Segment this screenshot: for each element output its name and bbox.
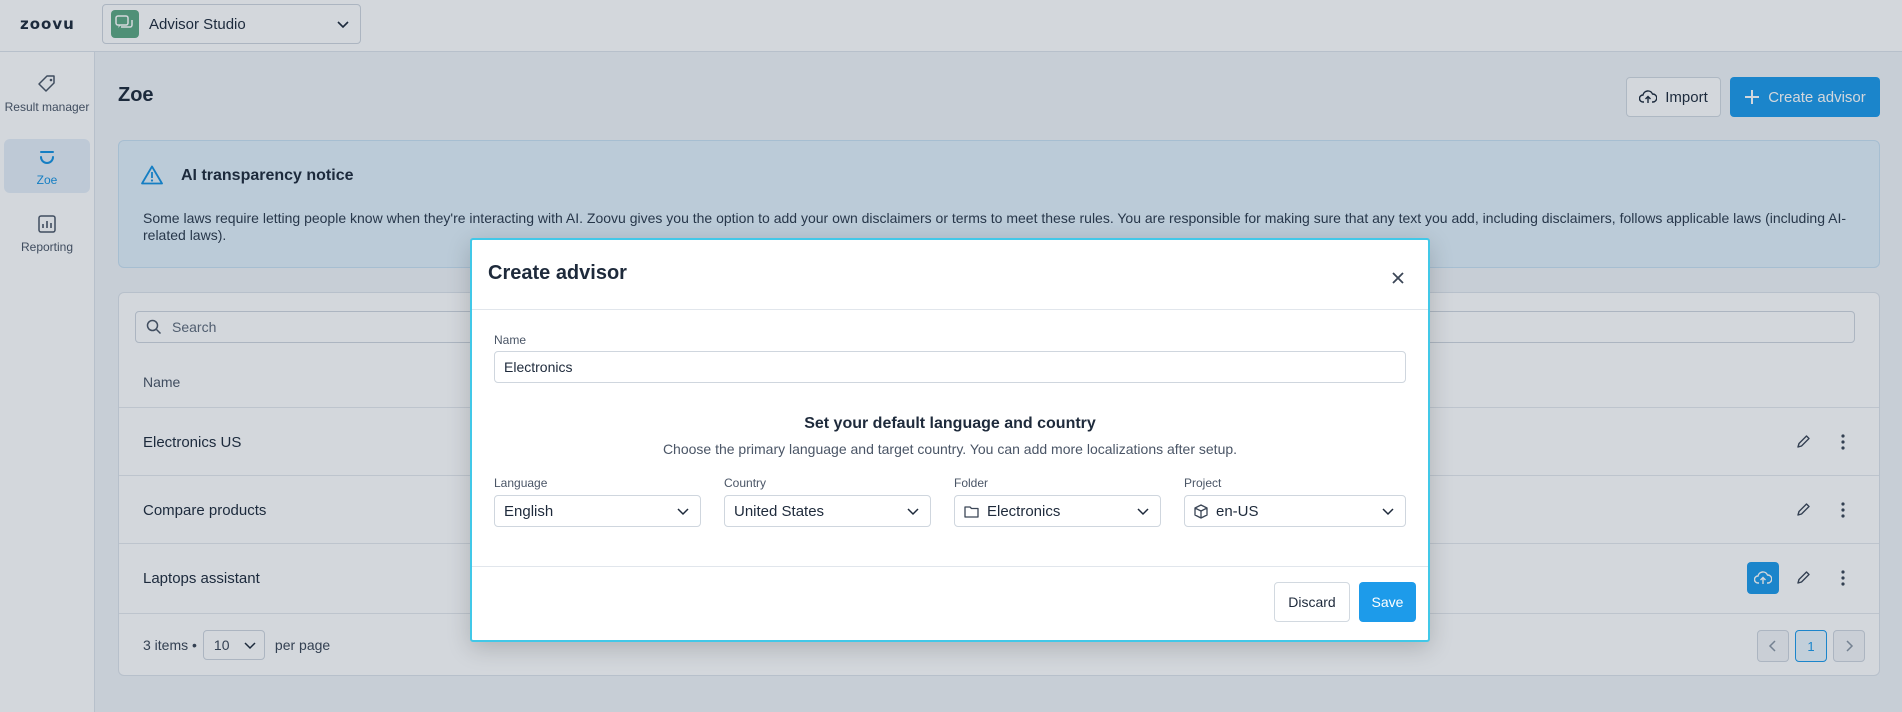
name-label: Name: [494, 333, 527, 347]
project-label: Project: [1184, 476, 1222, 490]
project-value: en-US: [1216, 502, 1259, 520]
divider: [472, 566, 1428, 567]
country-value: United States: [734, 502, 825, 520]
name-input[interactable]: [494, 351, 1406, 383]
chevron-down-icon: [906, 507, 920, 517]
folder-label: Folder: [954, 476, 989, 490]
section-title: Set your default language and country: [804, 415, 1096, 432]
folder-value: Electronics: [987, 502, 1061, 520]
chevron-down-icon: [676, 507, 690, 517]
create-advisor-dialog: Create advisor Name Set your default lan…: [470, 238, 1430, 642]
section-subtitle: Choose the primary language and target c…: [662, 441, 1238, 457]
divider: [472, 309, 1428, 310]
close-button[interactable]: [1386, 266, 1410, 290]
project-select[interactable]: en-US: [1184, 495, 1406, 527]
chevron-down-icon: [1136, 507, 1150, 517]
close-icon: [1391, 271, 1405, 285]
country-select[interactable]: United States: [724, 495, 931, 527]
dialog-title: Create advisor: [488, 262, 627, 284]
language-label: Language: [494, 476, 548, 490]
cube-icon: [1194, 503, 1208, 519]
chevron-down-icon: [1381, 507, 1395, 517]
language-value: English: [504, 502, 554, 520]
country-label: Country: [724, 476, 767, 490]
folder-select[interactable]: Electronics: [954, 495, 1161, 527]
save-button[interactable]: Save: [1359, 582, 1416, 622]
discard-button[interactable]: Discard: [1274, 582, 1350, 622]
language-select[interactable]: English: [494, 495, 701, 527]
folder-icon: [964, 505, 979, 518]
